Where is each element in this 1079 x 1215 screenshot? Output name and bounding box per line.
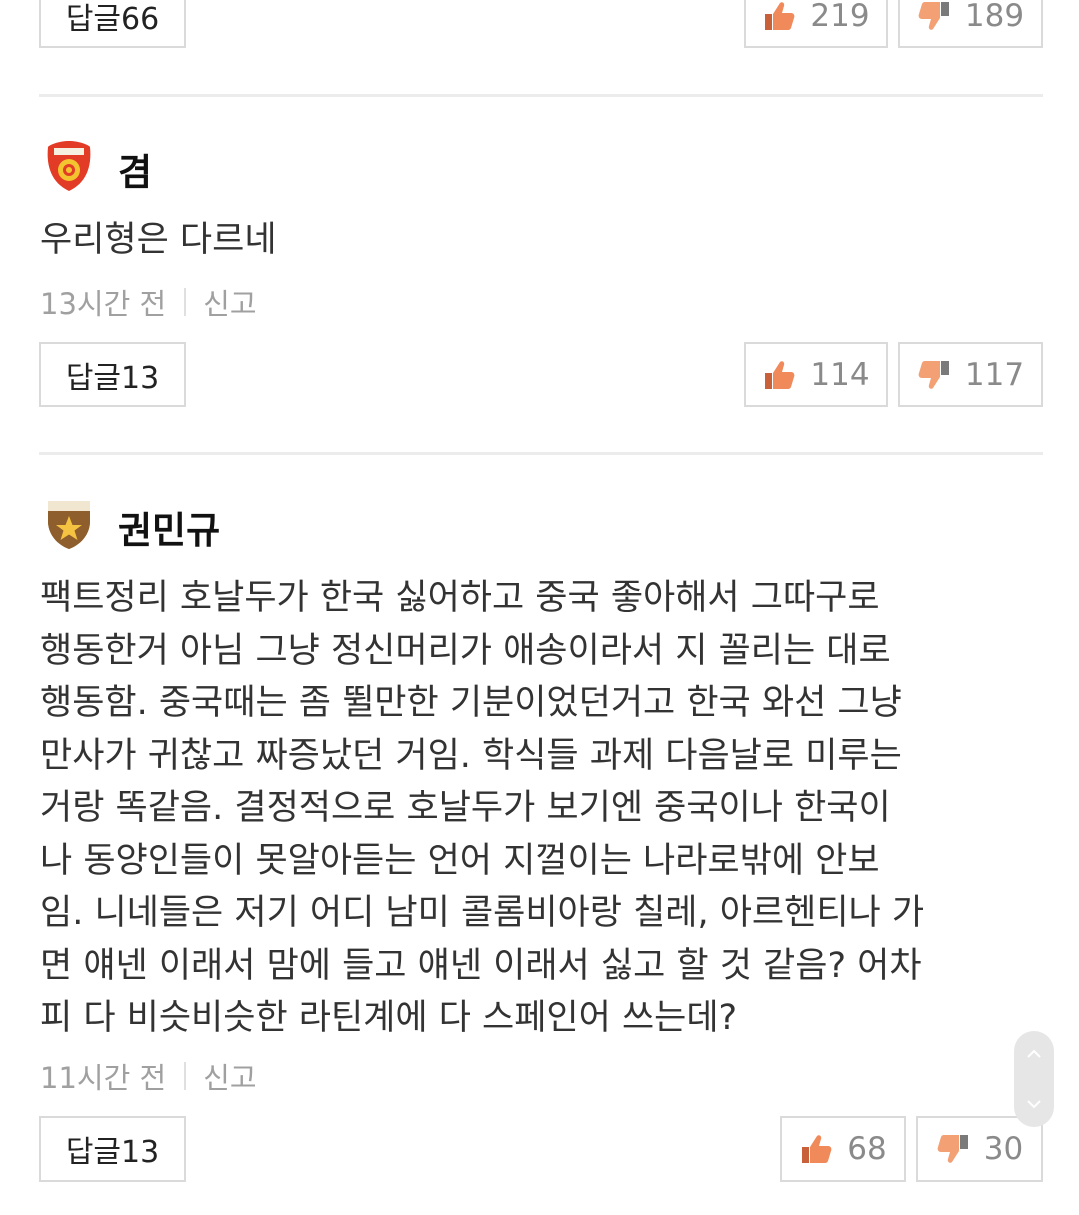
- like-count: 68: [847, 1131, 887, 1167]
- reply-button-label: 답글13: [65, 1135, 160, 1170]
- report-link[interactable]: 신고: [203, 281, 256, 323]
- comment-divider: [39, 94, 1043, 97]
- comment-time: 13시간 전: [40, 287, 167, 321]
- thumbs-down-icon: [918, 360, 949, 389]
- dislike-count: 117: [964, 356, 1025, 393]
- comment-meta: 11시간 전 신고: [40, 1055, 257, 1097]
- thumbs-down-icon: [937, 1135, 968, 1163]
- thumbs-down-icon: [918, 2, 949, 30]
- comment-meta: 13시간 전 신고: [40, 281, 257, 323]
- chevron-down-icon[interactable]: [1026, 1099, 1042, 1109]
- username[interactable]: 권민규: [118, 500, 220, 554]
- seal-badge-icon: [47, 141, 91, 191]
- like-button[interactable]: 114: [744, 342, 888, 407]
- meta-separator: [184, 288, 187, 316]
- meta-separator: [184, 1062, 187, 1090]
- thumbs-up-icon: [765, 360, 795, 389]
- reply-button[interactable]: 답글13: [39, 342, 186, 407]
- reply-button[interactable]: 답글13: [39, 1116, 186, 1182]
- dislike-count: 30: [983, 1131, 1024, 1167]
- scroll-control[interactable]: [1014, 1031, 1054, 1127]
- like-button[interactable]: 68: [780, 1116, 906, 1182]
- thumbs-up-icon: [802, 1135, 832, 1163]
- reply-button[interactable]: 답글66: [39, 0, 186, 48]
- dislike-count: 189: [964, 0, 1025, 34]
- comment-time: 11시간 전: [40, 1061, 167, 1095]
- dislike-button[interactable]: 30: [916, 1116, 1043, 1182]
- username[interactable]: 겸: [118, 142, 152, 196]
- thumbs-up-icon: [765, 2, 795, 30]
- chevron-up-icon[interactable]: [1026, 1049, 1042, 1059]
- dislike-button[interactable]: 117: [898, 342, 1043, 407]
- star-badge-icon: [48, 501, 90, 549]
- comment-text: 우리형은 다르네: [40, 220, 277, 260]
- report-link[interactable]: 신고: [203, 1055, 256, 1097]
- reply-button-label: 답글13: [65, 360, 160, 396]
- like-button[interactable]: 219: [744, 0, 888, 48]
- comment-text: 팩트정리 호날두가 한국 싫어하고 중국 좋아해서 그따구로 행동한거 아님 그…: [40, 578, 925, 1038]
- comment-divider: [39, 452, 1043, 455]
- dislike-button[interactable]: 189: [898, 0, 1043, 48]
- like-count: 114: [810, 356, 870, 393]
- reply-button-label: 답글66: [65, 2, 160, 37]
- like-count: 219: [810, 0, 870, 34]
